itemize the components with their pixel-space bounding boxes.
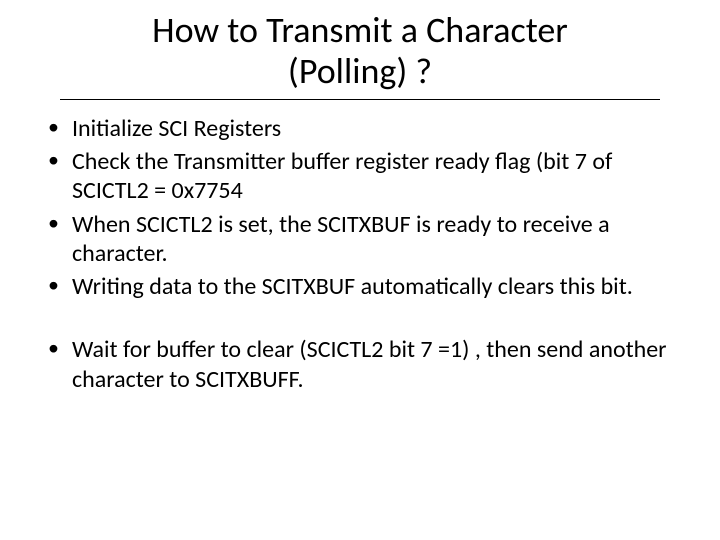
bullet-list: Initialize SCI Registers Check the Trans… <box>36 114 684 302</box>
slide-title: How to Transmit a Character (Polling) ? <box>60 10 660 100</box>
list-item: When SCICTL2 is set, the SCITXBUF is rea… <box>44 210 684 269</box>
title-line-1: How to Transmit a Character <box>152 8 568 52</box>
slide: How to Transmit a Character (Polling) ? … <box>0 0 720 540</box>
bullet-text: Initialize SCI Registers <box>72 114 281 143</box>
list-item: Writing data to the SCITXBUF automatical… <box>44 272 684 301</box>
spacer <box>36 305 684 335</box>
bullet-text: When SCICTL2 is set, the SCITXBUF is rea… <box>72 210 610 268</box>
list-item: Wait for buffer to clear (SCICTL2 bit 7 … <box>44 335 684 394</box>
bullet-text: Wait for buffer to clear (SCICTL2 bit 7 … <box>72 335 667 393</box>
bullet-text: Check the Transmitter buffer register re… <box>72 147 612 205</box>
bullet-list-2: Wait for buffer to clear (SCICTL2 bit 7 … <box>36 335 684 394</box>
list-item: Initialize SCI Registers <box>44 114 684 143</box>
bullet-text: Writing data to the SCITXBUF automatical… <box>72 272 633 301</box>
list-item: Check the Transmitter buffer register re… <box>44 147 684 206</box>
title-line-2: (Polling) ? <box>288 49 432 93</box>
